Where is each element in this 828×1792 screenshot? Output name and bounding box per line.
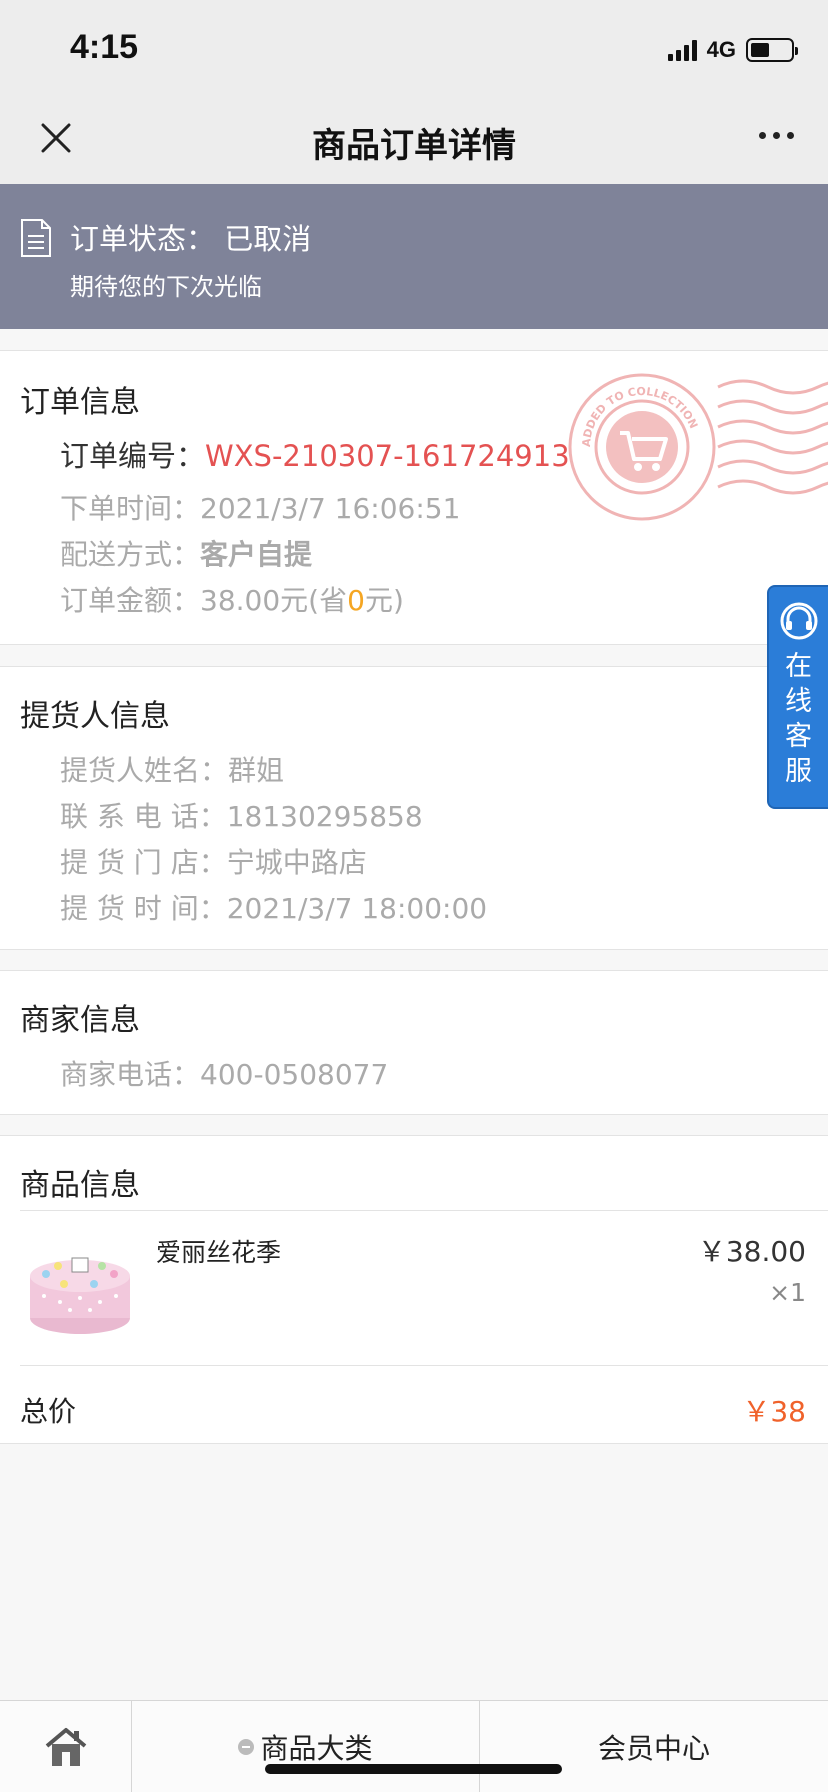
service-char: 服 bbox=[785, 756, 812, 787]
tab-member-center[interactable]: 会员中心 bbox=[480, 1701, 828, 1792]
online-service-label: 在 线 客 服 bbox=[769, 649, 828, 789]
total-label: 总价 bbox=[20, 1395, 77, 1428]
product-image[interactable] bbox=[24, 1236, 136, 1348]
pickup-store-row: 提 货 门 店：宁城中路店 bbox=[60, 841, 367, 881]
pickup-name-label: 提货人姓名： bbox=[60, 754, 229, 787]
pickup-info-section: 提货人信息 提货人姓名：群姐 联 系 电 话：18130295858 提 货 门… bbox=[0, 666, 828, 950]
network-type: 4G bbox=[706, 37, 736, 62]
tab-home[interactable] bbox=[0, 1701, 132, 1792]
order-amount-row: 订单金额：38.00元(省0元) bbox=[60, 579, 404, 619]
status-indicators: 4G bbox=[667, 36, 798, 64]
more-dot-icon bbox=[773, 132, 780, 139]
order-time-label: 下单时间： bbox=[60, 492, 201, 525]
product-info-title: 商品信息 bbox=[20, 1168, 140, 1203]
pickup-name-value: 群姐 bbox=[228, 754, 285, 787]
order-time-row: 下单时间：2021/3/7 16:06:51 bbox=[60, 487, 460, 527]
home-indicator[interactable] bbox=[265, 1764, 562, 1774]
order-status-banner: 订单状态： 已取消 期待您的下次光临 bbox=[0, 184, 828, 329]
tab-product-category-label: 商品大类 bbox=[260, 1732, 373, 1765]
order-number-label: 订单编号： bbox=[60, 439, 206, 473]
order-status: 订单状态： 已取消 bbox=[70, 216, 311, 258]
battery-icon bbox=[746, 38, 798, 62]
pickup-time-value: 2021/3/7 18:00:00 bbox=[226, 892, 488, 925]
service-char: 客 bbox=[785, 721, 812, 752]
merchant-phone-value[interactable]: 400-0508077 bbox=[200, 1058, 388, 1091]
merchant-info-title: 商家信息 bbox=[20, 1003, 140, 1038]
pickup-time-row: 提 货 时 间：2021/3/7 18:00:00 bbox=[60, 887, 487, 927]
order-status-label: 订单状态： bbox=[70, 222, 216, 256]
product-name[interactable]: 爱丽丝花季 bbox=[156, 1233, 281, 1269]
status-bar: 4:15 4G bbox=[0, 0, 828, 96]
order-amount-suffix: 元) bbox=[364, 584, 404, 617]
more-dot-icon bbox=[759, 132, 766, 139]
divider bbox=[20, 1210, 828, 1211]
delivery-method-label: 配送方式： bbox=[60, 538, 201, 571]
order-status-message: 期待您的下次光临 bbox=[70, 273, 262, 301]
pickup-name-row: 提货人姓名：群姐 bbox=[60, 749, 284, 789]
pickup-phone-row: 联 系 电 话：18130295858 bbox=[60, 795, 423, 835]
saved-amount: 0 bbox=[347, 584, 365, 617]
pickup-phone-label: 联 系 电 话： bbox=[60, 800, 227, 833]
page-title: 商品订单详情 bbox=[312, 126, 516, 166]
more-dot-icon bbox=[787, 132, 794, 139]
order-number-row: 订单编号：WXS-210307-161724913 bbox=[60, 433, 570, 475]
delivery-method-row: 配送方式：客户自提 bbox=[60, 533, 312, 573]
status-time: 4:15 bbox=[70, 28, 139, 66]
product-quantity: ×1 bbox=[769, 1278, 806, 1307]
delivery-method-value: 客户自提 bbox=[200, 538, 313, 571]
product-price: ￥38.00 bbox=[697, 1235, 806, 1268]
pickup-store-value: 宁城中路店 bbox=[226, 846, 367, 879]
home-icon bbox=[45, 1728, 86, 1766]
order-time-value: 2021/3/7 16:06:51 bbox=[200, 492, 461, 525]
pickup-phone-value: 18130295858 bbox=[226, 800, 423, 833]
category-icon bbox=[238, 1739, 255, 1755]
merchant-phone-row[interactable]: 商家电话：400-0508077 bbox=[60, 1053, 388, 1093]
tab-product-category[interactable]: 商品大类 bbox=[132, 1701, 480, 1792]
merchant-info-section: 商家信息 商家电话：400-0508077 bbox=[0, 970, 828, 1115]
collection-stamp-icon: ADDED TO COLLECTION bbox=[568, 373, 828, 521]
signal-icon bbox=[667, 39, 697, 61]
order-status-value: 已取消 bbox=[224, 222, 312, 256]
order-info-title: 订单信息 bbox=[20, 385, 140, 420]
order-info-section: ADDED TO COLLECTION 订单信息 订单编号：WXS-210307… bbox=[0, 350, 828, 645]
order-amount-label: 订单金额： bbox=[60, 584, 201, 617]
tab-member-center-label: 会员中心 bbox=[597, 1732, 710, 1765]
nav-bar: 商品订单详情 bbox=[0, 96, 828, 184]
divider bbox=[20, 1365, 828, 1366]
service-char: 在 bbox=[785, 651, 812, 682]
order-amount-value: 38.00元(省 bbox=[200, 584, 348, 617]
pickup-info-title: 提货人信息 bbox=[20, 699, 170, 734]
divider bbox=[0, 1443, 828, 1444]
total-price: ￥38 bbox=[742, 1395, 806, 1428]
document-icon bbox=[21, 219, 51, 257]
bottom-tab-bar: 商品大类 会员中心 bbox=[0, 1700, 828, 1792]
headset-icon bbox=[780, 602, 817, 640]
online-service-button[interactable]: 在 线 客 服 bbox=[767, 585, 828, 809]
order-number-value: WXS-210307-161724913 bbox=[205, 439, 570, 473]
service-char: 线 bbox=[785, 686, 812, 717]
merchant-phone-label: 商家电话： bbox=[60, 1058, 201, 1091]
pickup-time-label: 提 货 时 间： bbox=[60, 892, 227, 925]
pickup-store-label: 提 货 门 店： bbox=[60, 846, 227, 879]
more-button[interactable] bbox=[759, 132, 794, 139]
